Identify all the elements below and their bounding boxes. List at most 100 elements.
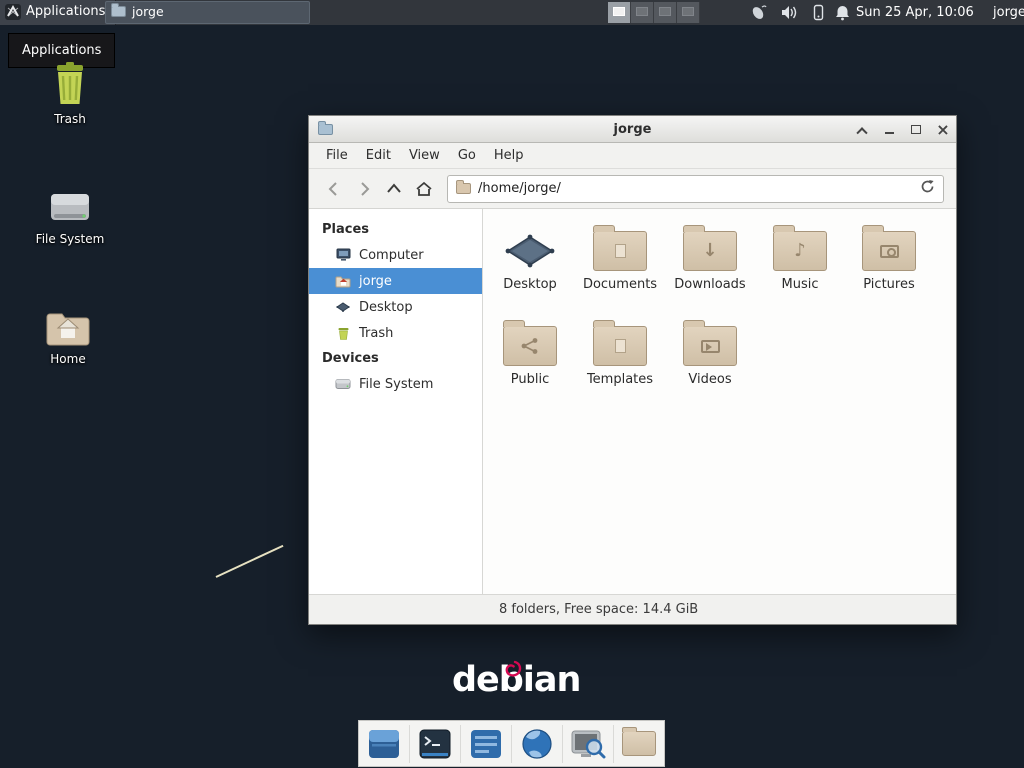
- folder-icon: [683, 326, 737, 366]
- trash-icon: [24, 58, 116, 106]
- toolbar: /home/jorge/: [309, 169, 956, 209]
- workspace-1[interactable]: [608, 2, 631, 23]
- sidebar-item-label: Desktop: [359, 300, 413, 315]
- shade-button[interactable]: [855, 123, 869, 137]
- location-text: /home/jorge/: [478, 181, 561, 196]
- template-emblem-icon: [594, 327, 646, 365]
- desktop-special-icon: [486, 223, 574, 273]
- desktop-icon-label: Trash: [24, 112, 116, 126]
- menu-view[interactable]: View: [400, 143, 449, 168]
- folder-item-downloads[interactable]: ↓ Downloads: [666, 223, 754, 292]
- desktop-icon-home[interactable]: Home: [22, 298, 114, 366]
- device-status-icon[interactable]: [810, 4, 827, 21]
- drive-icon: [24, 178, 116, 226]
- reload-button[interactable]: [920, 179, 935, 198]
- volume-icon[interactable]: [781, 4, 798, 21]
- forward-button[interactable]: [349, 175, 379, 203]
- taskbar-window-button[interactable]: jorge: [105, 1, 310, 24]
- dock-launcher-editor[interactable]: [461, 721, 511, 766]
- arrow-up-icon: [386, 181, 402, 197]
- folder-item-public[interactable]: Public: [486, 318, 574, 387]
- home-folder-icon: [22, 298, 114, 346]
- desktop-icon-label: File System: [24, 232, 116, 246]
- dock-launcher-browser[interactable]: [512, 721, 562, 766]
- workspace-2[interactable]: [631, 2, 654, 23]
- menu-edit[interactable]: Edit: [357, 143, 400, 168]
- sidebar-item-trash[interactable]: Trash: [309, 320, 482, 346]
- up-button[interactable]: [379, 175, 409, 203]
- desktop: Applications jorge Sun 25 Apr, 10:06 jor…: [0, 0, 1024, 768]
- back-button[interactable]: [319, 175, 349, 203]
- folder-view[interactable]: Desktop Documents ↓ Downloads ♪ Music Pi…: [483, 209, 956, 594]
- folder-item-music[interactable]: ♪ Music: [756, 223, 844, 292]
- window-controls: ×: [855, 116, 950, 143]
- sidebar-item-computer[interactable]: Computer: [309, 242, 482, 268]
- workspace-4[interactable]: [677, 2, 700, 23]
- taskbar-window-label: jorge: [132, 4, 164, 19]
- sidebar-item-label: jorge: [359, 274, 392, 289]
- window-titlebar[interactable]: jorge ×: [309, 116, 956, 143]
- dock-launcher-files[interactable]: [614, 721, 664, 766]
- folder-item-pictures[interactable]: Pictures: [845, 223, 933, 292]
- sidebar-item-jorge[interactable]: jorge: [309, 268, 482, 294]
- dock-launcher-terminal[interactable]: [410, 721, 460, 766]
- home-folder-icon: [335, 273, 351, 289]
- desktop-icon-label: Home: [22, 352, 114, 366]
- folder-item-desktop[interactable]: Desktop: [486, 223, 574, 292]
- menu-help[interactable]: Help: [485, 143, 533, 168]
- folder-item-documents[interactable]: Documents: [576, 223, 664, 292]
- applications-tooltip-text: Applications: [22, 43, 101, 58]
- location-bar[interactable]: /home/jorge/: [447, 175, 944, 203]
- folder-label: Downloads: [666, 277, 754, 292]
- share-emblem-icon: [504, 327, 556, 365]
- sidebar-places-header: Places: [309, 217, 482, 242]
- desktop-icon-trash[interactable]: Trash: [24, 58, 116, 126]
- workspace-window-thumb: [636, 7, 648, 16]
- workspace-3[interactable]: [654, 2, 677, 23]
- close-button[interactable]: ×: [936, 123, 950, 137]
- notifications-bell-icon[interactable]: [834, 4, 851, 21]
- workspace-switcher: [608, 2, 700, 23]
- folder-item-videos[interactable]: Videos: [666, 318, 754, 387]
- folder-label: Public: [486, 372, 574, 387]
- sidebar-item-label: File System: [359, 377, 433, 392]
- reload-icon: [920, 179, 935, 194]
- chevron-up-icon: [856, 127, 867, 138]
- video-emblem-icon: [684, 327, 736, 365]
- dock-launcher-filemanager[interactable]: [359, 721, 409, 766]
- mouse-indicator-icon[interactable]: [750, 4, 767, 21]
- applications-menu-button[interactable]: Applications: [0, 0, 116, 25]
- desktop-icon: [335, 299, 351, 315]
- arrow-right-icon: [356, 181, 372, 197]
- workspace-window-thumb: [682, 7, 694, 16]
- maximize-button[interactable]: [909, 123, 923, 137]
- folder-label: Music: [756, 277, 844, 292]
- folder-icon: ↓: [683, 231, 737, 271]
- home-button[interactable]: [409, 175, 439, 203]
- folder-label: Desktop: [486, 277, 574, 292]
- dock-launcher-appfinder[interactable]: [563, 721, 613, 766]
- arrow-left-icon: [326, 181, 342, 197]
- drive-icon: [335, 376, 351, 392]
- folder-item-templates[interactable]: Templates: [576, 318, 664, 387]
- debian-swirl-icon: [498, 656, 524, 682]
- dock-panel: [358, 720, 665, 767]
- trash-icon: [335, 325, 351, 341]
- sidebar-item-desktop[interactable]: Desktop: [309, 294, 482, 320]
- minimize-button[interactable]: [882, 123, 896, 137]
- folder-icon: [622, 731, 656, 756]
- menu-file[interactable]: File: [317, 143, 357, 168]
- desktop-icon-filesystem[interactable]: File System: [24, 178, 116, 246]
- panel-clock[interactable]: Sun 25 Apr, 10:06: [856, 0, 974, 25]
- sidebar-item-label: Trash: [359, 326, 393, 341]
- text-editor-icon: [469, 727, 503, 761]
- menu-go[interactable]: Go: [449, 143, 485, 168]
- folder-icon: ♪: [773, 231, 827, 271]
- desktop-stray-line: [216, 545, 284, 578]
- camera-emblem-icon: [863, 232, 915, 270]
- sidebar-item-label: Computer: [359, 248, 424, 263]
- taskbar-folder-icon: [111, 6, 126, 17]
- sidebar-item-filesystem[interactable]: File System: [309, 371, 482, 397]
- folder-icon: [503, 326, 557, 366]
- folder-label: Templates: [576, 372, 664, 387]
